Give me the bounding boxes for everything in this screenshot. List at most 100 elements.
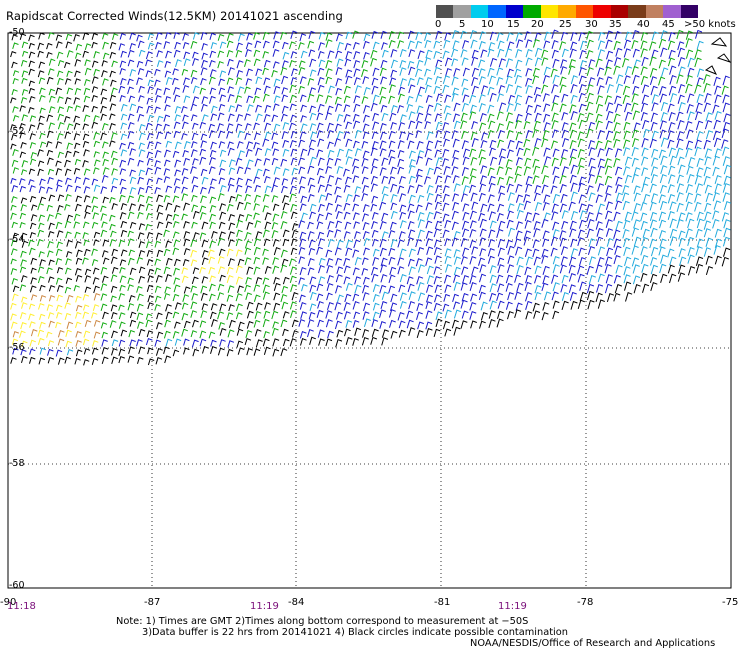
wind-barb xyxy=(453,102,461,112)
wind-barb xyxy=(83,114,91,122)
wind-barb xyxy=(515,157,523,166)
wind-barb xyxy=(118,85,126,94)
wind-barb xyxy=(102,275,109,283)
wind-barb xyxy=(236,201,244,210)
wind-barb xyxy=(154,68,161,76)
wind-barb xyxy=(264,212,272,221)
wind-barb xyxy=(129,69,137,77)
wind-barb xyxy=(659,93,667,103)
wind-barb xyxy=(640,66,648,76)
wind-barb xyxy=(298,319,306,327)
wind-barb xyxy=(74,203,82,212)
wind-barb xyxy=(118,304,125,311)
wind-barb xyxy=(542,302,550,311)
wind-barb xyxy=(615,47,623,57)
wind-barb xyxy=(226,348,234,357)
wind-barb xyxy=(109,113,116,120)
wind-barb xyxy=(164,149,171,158)
wind-barb xyxy=(399,175,406,184)
wind-barb xyxy=(300,50,308,59)
wind-barb xyxy=(192,96,200,105)
wind-barb xyxy=(372,284,380,293)
wind-barb xyxy=(165,202,173,211)
wind-barb xyxy=(201,52,208,60)
wind-barb xyxy=(561,122,569,131)
wind-barb xyxy=(400,78,407,87)
wind-barb xyxy=(325,183,332,192)
wind-barb xyxy=(245,78,253,86)
wind-barb xyxy=(226,248,234,257)
wind-barb xyxy=(452,40,460,50)
wind-barb xyxy=(164,96,172,104)
wind-barb xyxy=(586,265,594,276)
wind-barb xyxy=(640,40,648,50)
wind-barb xyxy=(282,238,290,247)
wind-barb xyxy=(236,229,243,238)
wind-barb xyxy=(534,201,542,212)
wind-barb xyxy=(722,102,730,113)
wind-barb xyxy=(92,340,99,347)
wind-barb xyxy=(137,67,145,75)
wind-barb xyxy=(282,41,289,50)
wind-barb xyxy=(19,212,26,220)
wind-barb xyxy=(478,103,486,112)
wind-barb xyxy=(317,84,325,93)
wind-barb xyxy=(228,304,235,312)
coastline xyxy=(704,37,732,75)
wind-barb xyxy=(38,77,46,85)
wind-barb xyxy=(280,158,288,167)
wind-barb xyxy=(264,221,272,230)
wind-barb xyxy=(75,295,82,303)
wind-barb xyxy=(127,141,135,150)
wind-barb xyxy=(497,300,505,309)
wind-barb xyxy=(74,87,82,95)
wind-barb xyxy=(182,33,189,41)
wind-barb xyxy=(506,120,514,130)
wind-barb xyxy=(488,310,496,319)
wind-barb xyxy=(56,294,63,302)
wind-barb xyxy=(181,121,189,130)
wind-barb xyxy=(93,292,101,301)
wind-barb xyxy=(559,183,567,193)
wind-barb xyxy=(307,77,315,86)
wind-barb xyxy=(236,340,244,348)
wind-barb xyxy=(542,74,550,84)
wind-barb xyxy=(388,84,396,93)
wind-barb xyxy=(578,194,586,204)
wind-barb xyxy=(280,113,288,122)
wind-barb xyxy=(192,32,200,40)
wind-barb xyxy=(226,275,234,284)
wind-barb xyxy=(605,147,613,157)
wind-barb xyxy=(452,293,459,303)
wind-barb xyxy=(650,282,658,292)
wind-barb xyxy=(181,186,188,194)
wind-barb xyxy=(353,120,360,129)
wind-barb xyxy=(191,194,198,202)
wind-barb xyxy=(362,131,370,140)
wind-barb xyxy=(66,239,73,247)
wind-barb xyxy=(381,157,389,166)
wind-barb xyxy=(588,166,596,176)
wind-barb xyxy=(444,219,452,229)
wind-barb xyxy=(244,193,251,202)
wind-barb xyxy=(118,239,126,247)
wind-barb xyxy=(354,231,361,239)
colorbar-labels: 0 5 10 15 20 25 30 35 40 45 >50 knots xyxy=(0,19,740,33)
wind-barb xyxy=(649,67,658,78)
wind-barb xyxy=(118,321,126,329)
wind-barb xyxy=(622,85,631,95)
wind-barb xyxy=(388,130,396,140)
wind-barb xyxy=(640,220,648,230)
wind-barb xyxy=(676,74,684,84)
wind-barb xyxy=(622,200,630,211)
wind-barb xyxy=(479,273,487,283)
wind-barb xyxy=(425,49,433,59)
wind-barb xyxy=(714,255,722,265)
wind-barb xyxy=(433,66,441,76)
wind-barb xyxy=(578,219,587,229)
wind-barb xyxy=(219,274,226,282)
wind-barb xyxy=(649,56,657,66)
wind-barb xyxy=(129,319,137,327)
wind-barb xyxy=(407,140,415,149)
wind-barb xyxy=(560,246,568,255)
